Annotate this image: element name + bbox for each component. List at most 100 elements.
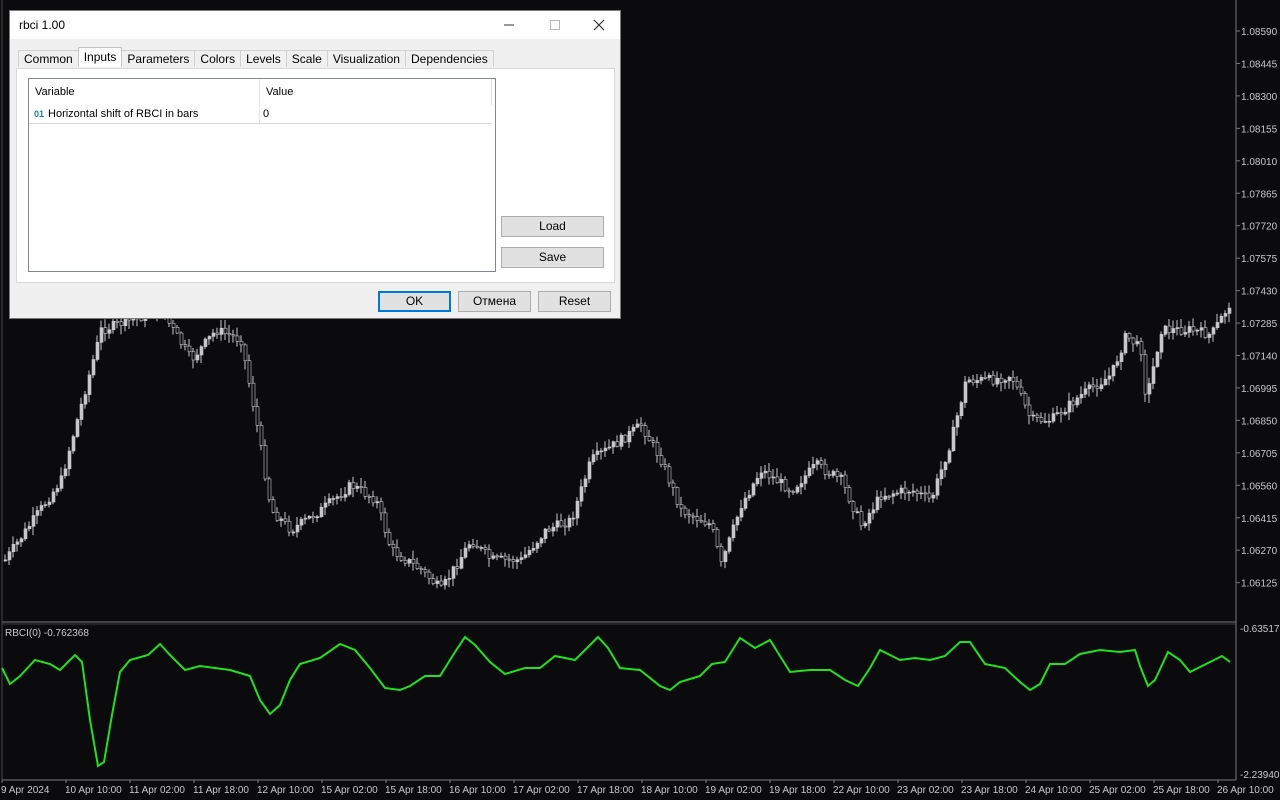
candle-body [423, 569, 428, 573]
candle-body [939, 469, 944, 480]
candle-body [887, 495, 892, 498]
candle-body [559, 520, 564, 527]
candle-body [703, 521, 708, 526]
candle-body [479, 547, 484, 549]
candle-body [911, 490, 916, 493]
time-tick-label: 11 Apr 18:00 [193, 785, 249, 796]
integer-type-icon: 01 [34, 109, 45, 119]
tab-inputs[interactable]: Inputs [77, 47, 123, 67]
ok-button[interactable]: OK [378, 291, 451, 312]
column-header-variable[interactable]: Variable [29, 79, 260, 105]
candle-body [831, 471, 836, 476]
candle-body [979, 377, 984, 381]
candle-body [535, 542, 540, 549]
value-cell[interactable]: 0 [260, 105, 492, 123]
candle-body [1131, 337, 1136, 345]
candle-body [671, 482, 676, 488]
candle-body [815, 460, 820, 465]
candle-body [31, 515, 36, 527]
save-button[interactable]: Save [501, 247, 604, 268]
tab-colors[interactable]: Colors [194, 50, 242, 67]
candle-body [1055, 412, 1060, 414]
price-tick-label: 1.07720 [1241, 222, 1278, 233]
tab-levels[interactable]: Levels [240, 50, 287, 67]
candle-body [623, 434, 628, 443]
candle-body [119, 321, 124, 327]
candle-body [1195, 329, 1200, 332]
indicator-max-label: -0.635171 [1240, 624, 1280, 635]
candle-body [547, 528, 552, 532]
tab-scale[interactable]: Scale [285, 50, 328, 67]
candle-body [443, 578, 448, 586]
column-header-value[interactable]: Value [260, 79, 492, 105]
candle-body [279, 518, 284, 521]
candle-body [103, 327, 108, 334]
candle-body [819, 460, 824, 465]
candle-body [619, 434, 624, 447]
candle-body [171, 322, 176, 328]
candle-body [195, 354, 200, 361]
load-button[interactable]: Load [501, 216, 604, 237]
candle-body [879, 496, 884, 500]
candle-body [1007, 376, 1012, 381]
candle-body [207, 336, 212, 340]
candle-body [847, 487, 852, 503]
candle-body [1023, 393, 1028, 406]
candle-body [459, 557, 464, 569]
candle-body [291, 531, 296, 534]
candle-body [435, 580, 440, 584]
candle-body [191, 351, 196, 361]
candle-body [763, 470, 768, 474]
tab-visualization[interactable]: Visualization [326, 50, 406, 67]
candle-body [67, 450, 72, 470]
tab-parameters[interactable]: Parameters [121, 50, 196, 67]
cancel-button[interactable]: Отмена [458, 291, 531, 312]
candle-body [1199, 327, 1204, 331]
candle-body [395, 547, 400, 557]
candle-body [795, 486, 800, 493]
candle-body [531, 548, 536, 551]
table-row[interactable]: 01 Horizontal shift of RBCI in bars 0 [29, 105, 492, 124]
candle-body [1139, 341, 1144, 356]
close-icon[interactable] [576, 11, 622, 39]
candle-body [1175, 327, 1180, 329]
candle-body [391, 544, 396, 549]
price-tick-label: 1.07865 [1241, 189, 1278, 200]
candle-body [567, 517, 572, 528]
candle-body [931, 494, 936, 499]
inputs-grid: Variable Value 01 Horizontal shift of RBC… [28, 78, 496, 272]
candle-body [343, 494, 348, 498]
dialog-titlebar[interactable]: rbci 1.00 [10, 11, 620, 39]
candle-body [491, 555, 496, 559]
candle-body [527, 550, 532, 556]
candle-body [899, 487, 904, 494]
price-tick-label: 1.06560 [1241, 481, 1278, 492]
tab-common[interactable]: Common [18, 50, 79, 67]
candle-body [583, 478, 588, 488]
candle-body [639, 423, 644, 426]
candle-body [523, 554, 528, 558]
minimize-icon[interactable] [486, 11, 532, 39]
candle-body [407, 559, 412, 564]
time-tick-label: 10 Apr 10:00 [65, 785, 122, 796]
candle-body [1147, 383, 1152, 395]
candle-body [1103, 378, 1108, 386]
candle-body [503, 555, 508, 560]
tab-dependencies[interactable]: Dependencies [404, 50, 494, 67]
candle-body [219, 327, 224, 335]
candle-body [351, 482, 356, 489]
candle-body [627, 430, 632, 443]
candle-body [111, 320, 116, 331]
time-tick-label: 9 Apr 2024 [1, 785, 50, 796]
candle-body [611, 441, 616, 448]
candle-body [1075, 397, 1080, 406]
candle-body [83, 394, 88, 405]
candle-body [223, 327, 228, 334]
variable-name: Horizontal shift of RBCI in bars [48, 108, 199, 120]
candle-body [967, 379, 972, 383]
reset-button[interactable]: Reset [538, 291, 611, 312]
candle-body [915, 490, 920, 494]
time-tick-label: 22 Apr 10:00 [833, 785, 890, 796]
candle-body [71, 436, 76, 452]
candle-body [15, 541, 20, 545]
